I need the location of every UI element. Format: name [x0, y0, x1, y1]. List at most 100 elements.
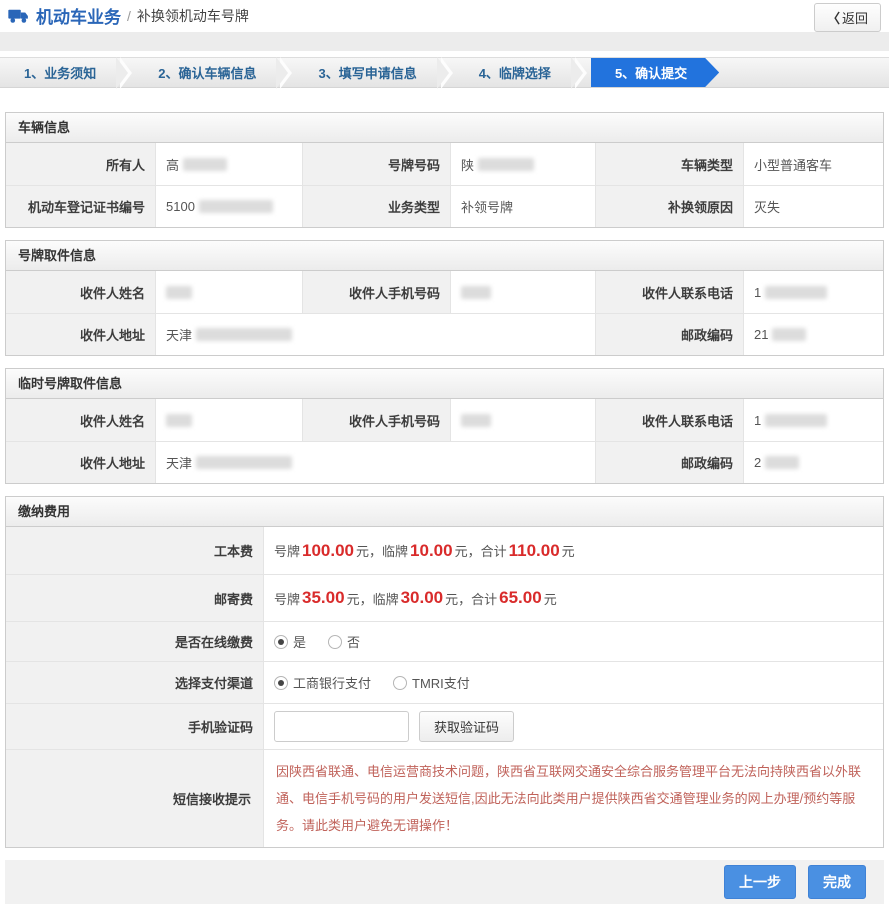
section-title: 车辆信息: [6, 113, 883, 143]
fee-text: 元: [544, 589, 557, 608]
redacted-value: [461, 286, 491, 299]
section-fees: 缴纳费用 工本费 号牌 100.00元，临牌 10.00元，合计 110.00元…: [5, 496, 884, 848]
fee-text: 元，合计: [455, 541, 507, 560]
postal-code-label: 邮政编码: [596, 313, 744, 355]
tab-step-5-label: 5、确认提交: [615, 63, 687, 82]
sms-notice-label: 短信接收提示: [6, 749, 264, 847]
get-code-button[interactable]: 获取验证码: [419, 711, 514, 742]
redacted-value: [765, 286, 827, 299]
redacted-value: [772, 328, 806, 341]
step-separator-icon: [280, 58, 294, 87]
tab-step-3-label: 3、填写申请信息: [318, 63, 416, 82]
redacted-value: [765, 456, 799, 469]
recipient-address-label: 收件人地址: [6, 313, 156, 355]
tab-step-3[interactable]: 3、填写申请信息: [294, 58, 440, 87]
finish-button[interactable]: 完成: [808, 865, 866, 899]
sms-notice-text-cell: 因陕西省联通、电信运营商技术问题，陕西省互联网交通安全综合服务管理平台无法向持陕…: [264, 749, 883, 847]
tab-step-2[interactable]: 2、确认车辆信息: [134, 58, 280, 87]
page-title: 机动车业务: [36, 3, 121, 28]
replace-reason-label: 补换领原因: [596, 185, 744, 227]
header-divider-strip: [0, 32, 889, 51]
radio-no-label[interactable]: 否: [347, 632, 360, 651]
fee-text: 号牌: [274, 589, 300, 608]
postal-code-value: 2: [744, 441, 883, 483]
section-temp-plate-pickup: 临时号牌取件信息 收件人姓名 收件人手机号码 收件人联系电话 1 收件人地址 天…: [5, 368, 884, 484]
recipient-name-label: 收件人姓名: [6, 399, 156, 441]
fee-amount: 30.00: [399, 588, 446, 608]
business-type-label: 业务类型: [303, 185, 451, 227]
back-button[interactable]: 〈返回: [814, 3, 881, 32]
tab-step-1[interactable]: 1、业务须知: [0, 58, 120, 87]
redacted-value: [199, 200, 273, 213]
recipient-address-value: 天津: [156, 441, 596, 483]
breadcrumb-current: 补换领机动车号牌: [137, 6, 249, 26]
back-button-label: 返回: [842, 11, 868, 26]
sms-code-input[interactable]: [274, 711, 409, 742]
fee-text: 元: [562, 541, 575, 560]
recipient-name-value: [156, 399, 303, 441]
section-title: 临时号牌取件信息: [6, 369, 883, 399]
section-vehicle-info: 车辆信息 所有人 高 号牌号码 陕 车辆类型 小型普通客车 机动车登记证书编号 …: [5, 112, 884, 228]
recipient-tel-label: 收件人联系电话: [596, 271, 744, 313]
recipient-name-label: 收件人姓名: [6, 271, 156, 313]
recipient-tel-value: 1: [744, 271, 883, 313]
vehicle-info-table: 所有人 高 号牌号码 陕 车辆类型 小型普通客车 机动车登记证书编号 5100 …: [6, 143, 883, 227]
radio-tmri-label[interactable]: TMRI支付: [412, 673, 470, 692]
radio-tmri[interactable]: [393, 676, 407, 690]
postal-code-label: 邮政编码: [596, 441, 744, 483]
fee-text: 元，临牌: [347, 589, 399, 608]
radio-yes[interactable]: [274, 635, 288, 649]
plate-number-value: 陕: [451, 143, 596, 185]
radio-icbc[interactable]: [274, 676, 288, 690]
plate-number-label: 号牌号码: [303, 143, 451, 185]
step-separator-icon: [575, 58, 589, 87]
production-fee-label: 工本费: [6, 527, 264, 574]
section-title: 缴纳费用: [6, 497, 883, 527]
step-separator-icon: [120, 58, 134, 87]
owner-value: 高: [156, 143, 303, 185]
tab-step-4-label: 4、临牌选择: [479, 63, 551, 82]
redacted-value: [478, 158, 534, 171]
fee-text: 元，临牌: [356, 541, 408, 560]
sms-notice-text: 因陕西省联通、电信运营商技术问题，陕西省互联网交通安全综合服务管理平台无法向持陕…: [276, 758, 871, 839]
redacted-value: [196, 456, 292, 469]
owner-label: 所有人: [6, 143, 156, 185]
page-header: 机动车业务 / 补换领机动车号牌 〈返回: [0, 0, 889, 31]
recipient-mobile-label: 收件人手机号码: [303, 399, 451, 441]
tab-step-4[interactable]: 4、临牌选择: [455, 58, 575, 87]
recipient-address-label: 收件人地址: [6, 441, 156, 483]
plate-pickup-table: 收件人姓名 收件人手机号码 收件人联系电话 1 收件人地址 天津 邮政编码 21: [6, 271, 883, 355]
production-fee-value: 号牌 100.00元，临牌 10.00元，合计 110.00元: [264, 527, 883, 574]
recipient-mobile-value: [451, 271, 596, 313]
redacted-value: [166, 414, 192, 427]
step-tabbar: 1、业务须知 2、确认车辆信息 3、填写申请信息 4、临牌选择 5、确认提交: [0, 57, 889, 88]
pay-channel-label: 选择支付渠道: [6, 661, 264, 703]
postage-fee-value: 号牌 35.00元，临牌 30.00元，合计 65.00元: [264, 574, 883, 621]
fee-amount: 100.00: [300, 541, 356, 561]
online-pay-options: 是 否: [264, 621, 883, 661]
tab-step-5-active[interactable]: 5、确认提交: [591, 58, 719, 87]
radio-icbc-label[interactable]: 工商银行支付: [293, 673, 371, 692]
radio-no[interactable]: [328, 635, 342, 649]
breadcrumb-separator: /: [127, 8, 131, 24]
redacted-value: [196, 328, 292, 341]
registration-cert-value: 5100: [156, 185, 303, 227]
recipient-tel-value: 1: [744, 399, 883, 441]
fee-text: 元，合计: [445, 589, 497, 608]
recipient-address-value: 天津: [156, 313, 596, 355]
business-type-value: 补领号牌: [451, 185, 596, 227]
online-pay-label: 是否在线缴费: [6, 621, 264, 661]
recipient-mobile-value: [451, 399, 596, 441]
recipient-tel-label: 收件人联系电话: [596, 399, 744, 441]
redacted-value: [765, 414, 827, 427]
postal-code-value: 21: [744, 313, 883, 355]
previous-step-button[interactable]: 上一步: [724, 865, 796, 899]
sms-code-row: 获取验证码: [264, 703, 883, 749]
fees-table: 工本费 号牌 100.00元，临牌 10.00元，合计 110.00元 邮寄费 …: [6, 527, 883, 847]
step-separator-icon: [441, 58, 455, 87]
section-plate-pickup: 号牌取件信息 收件人姓名 收件人手机号码 收件人联系电话 1 收件人地址 天津 …: [5, 240, 884, 356]
fee-amount: 35.00: [300, 588, 347, 608]
footer-bar: 上一步 完成: [5, 860, 884, 904]
radio-yes-label[interactable]: 是: [293, 632, 306, 651]
postage-fee-label: 邮寄费: [6, 574, 264, 621]
